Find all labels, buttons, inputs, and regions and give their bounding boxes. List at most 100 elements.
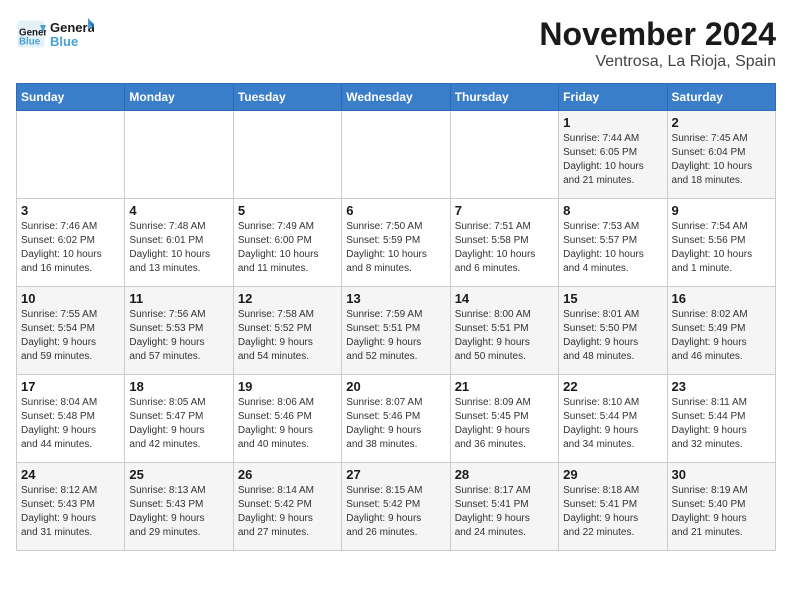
day-info: Sunrise: 7:54 AM Sunset: 5:56 PM Dayligh… (672, 220, 771, 276)
calendar-day-cell: 27 Sunrise: 8:15 AM Sunset: 5:42 PM Dayli… (342, 463, 450, 551)
day-number: 1 (563, 115, 662, 130)
calendar-day-cell: 18 Sunrise: 8:05 AM Sunset: 5:47 PM Dayli… (125, 375, 233, 463)
day-info: Sunrise: 8:06 AM Sunset: 5:46 PM Dayligh… (238, 396, 337, 452)
day-info: Sunrise: 7:56 AM Sunset: 5:53 PM Dayligh… (129, 308, 228, 364)
day-number: 3 (21, 203, 120, 218)
calendar-week-row: 1 Sunrise: 7:44 AM Sunset: 6:05 PM Daylig… (17, 111, 776, 199)
logo: General Blue General Blue (16, 16, 94, 52)
day-info: Sunrise: 7:49 AM Sunset: 6:00 PM Dayligh… (238, 220, 337, 276)
calendar-day-cell: 4Sunrise: 7:48 AM Sunset: 6:01 PM Daylig… (125, 199, 233, 287)
calendar-day-cell: 5Sunrise: 7:49 AM Sunset: 6:00 PM Daylig… (233, 199, 341, 287)
weekday-header: Friday (559, 84, 667, 111)
calendar-day-cell: 19 Sunrise: 8:06 AM Sunset: 5:46 PM Dayli… (233, 375, 341, 463)
calendar-day-cell: 13 Sunrise: 7:59 AM Sunset: 5:51 PM Dayli… (342, 287, 450, 375)
day-number: 28 (455, 467, 554, 482)
calendar-day-cell: 20 Sunrise: 8:07 AM Sunset: 5:46 PM Dayli… (342, 375, 450, 463)
day-number: 8 (563, 203, 662, 218)
calendar-day-cell: 7Sunrise: 7:51 AM Sunset: 5:58 PM Daylig… (450, 199, 558, 287)
day-number: 23 (672, 379, 771, 394)
calendar-day-cell: 3 Sunrise: 7:46 AM Sunset: 6:02 PM Daylig… (17, 199, 125, 287)
calendar-day-cell: 11 Sunrise: 7:56 AM Sunset: 5:53 PM Dayli… (125, 287, 233, 375)
day-number: 9 (672, 203, 771, 218)
calendar-week-row: 3 Sunrise: 7:46 AM Sunset: 6:02 PM Daylig… (17, 199, 776, 287)
title-block: November 2024 Ventrosa, La Rioja, Spain (539, 16, 776, 71)
calendar-table: SundayMondayTuesdayWednesdayThursdayFrid… (16, 83, 776, 551)
day-number: 26 (238, 467, 337, 482)
day-number: 6 (346, 203, 445, 218)
logo-icon: General Blue (16, 19, 46, 49)
day-info: Sunrise: 8:19 AM Sunset: 5:40 PM Dayligh… (672, 484, 771, 540)
calendar-day-cell: 10Sunrise: 7:55 AM Sunset: 5:54 PM Dayli… (17, 287, 125, 375)
day-info: Sunrise: 7:59 AM Sunset: 5:51 PM Dayligh… (346, 308, 445, 364)
page: General Blue General Blue November 2024 … (0, 0, 792, 567)
calendar-day-cell (342, 111, 450, 199)
day-info: Sunrise: 8:15 AM Sunset: 5:42 PM Dayligh… (346, 484, 445, 540)
calendar-week-row: 24Sunrise: 8:12 AM Sunset: 5:43 PM Dayli… (17, 463, 776, 551)
day-number: 29 (563, 467, 662, 482)
day-info: Sunrise: 7:48 AM Sunset: 6:01 PM Dayligh… (129, 220, 228, 276)
day-number: 15 (563, 291, 662, 306)
day-number: 7 (455, 203, 554, 218)
day-number: 2 (672, 115, 771, 130)
day-info: Sunrise: 8:05 AM Sunset: 5:47 PM Dayligh… (129, 396, 228, 452)
calendar-day-cell: 17Sunrise: 8:04 AM Sunset: 5:48 PM Dayli… (17, 375, 125, 463)
calendar-day-cell: 22 Sunrise: 8:10 AM Sunset: 5:44 PM Dayli… (559, 375, 667, 463)
day-number: 12 (238, 291, 337, 306)
calendar-day-cell: 1 Sunrise: 7:44 AM Sunset: 6:05 PM Daylig… (559, 111, 667, 199)
calendar-day-cell (233, 111, 341, 199)
header: General Blue General Blue November 2024 … (16, 16, 776, 71)
calendar-day-cell: 29 Sunrise: 8:18 AM Sunset: 5:41 PM Dayli… (559, 463, 667, 551)
day-number: 25 (129, 467, 228, 482)
day-info: Sunrise: 7:44 AM Sunset: 6:05 PM Dayligh… (563, 132, 662, 188)
day-info: Sunrise: 7:50 AM Sunset: 5:59 PM Dayligh… (346, 220, 445, 276)
day-info: Sunrise: 8:02 AM Sunset: 5:49 PM Dayligh… (672, 308, 771, 364)
day-info: Sunrise: 8:18 AM Sunset: 5:41 PM Dayligh… (563, 484, 662, 540)
day-info: Sunrise: 8:12 AM Sunset: 5:43 PM Dayligh… (21, 484, 120, 540)
calendar-day-cell: 30 Sunrise: 8:19 AM Sunset: 5:40 PM Dayli… (667, 463, 775, 551)
calendar-day-cell: 23Sunrise: 8:11 AM Sunset: 5:44 PM Dayli… (667, 375, 775, 463)
month-title: November 2024 (539, 16, 776, 53)
day-number: 27 (346, 467, 445, 482)
day-info: Sunrise: 8:13 AM Sunset: 5:43 PM Dayligh… (129, 484, 228, 540)
weekday-header: Wednesday (342, 84, 450, 111)
calendar-day-cell (125, 111, 233, 199)
calendar-header: SundayMondayTuesdayWednesdayThursdayFrid… (17, 84, 776, 111)
weekday-header: Saturday (667, 84, 775, 111)
day-number: 20 (346, 379, 445, 394)
day-info: Sunrise: 7:53 AM Sunset: 5:57 PM Dayligh… (563, 220, 662, 276)
day-number: 13 (346, 291, 445, 306)
day-number: 18 (129, 379, 228, 394)
day-info: Sunrise: 8:17 AM Sunset: 5:41 PM Dayligh… (455, 484, 554, 540)
weekday-header: Tuesday (233, 84, 341, 111)
day-info: Sunrise: 8:10 AM Sunset: 5:44 PM Dayligh… (563, 396, 662, 452)
weekday-header: Monday (125, 84, 233, 111)
day-number: 14 (455, 291, 554, 306)
day-number: 11 (129, 291, 228, 306)
day-info: Sunrise: 7:55 AM Sunset: 5:54 PM Dayligh… (21, 308, 120, 364)
calendar-day-cell: 15Sunrise: 8:01 AM Sunset: 5:50 PM Dayli… (559, 287, 667, 375)
weekday-row: SundayMondayTuesdayWednesdayThursdayFrid… (17, 84, 776, 111)
calendar-day-cell: 24Sunrise: 8:12 AM Sunset: 5:43 PM Dayli… (17, 463, 125, 551)
day-info: Sunrise: 8:09 AM Sunset: 5:45 PM Dayligh… (455, 396, 554, 452)
calendar-day-cell: 12Sunrise: 7:58 AM Sunset: 5:52 PM Dayli… (233, 287, 341, 375)
day-number: 30 (672, 467, 771, 482)
day-number: 19 (238, 379, 337, 394)
calendar-day-cell: 9 Sunrise: 7:54 AM Sunset: 5:56 PM Daylig… (667, 199, 775, 287)
day-number: 21 (455, 379, 554, 394)
calendar-day-cell: 28 Sunrise: 8:17 AM Sunset: 5:41 PM Dayli… (450, 463, 558, 551)
calendar-day-cell (450, 111, 558, 199)
day-info: Sunrise: 7:45 AM Sunset: 6:04 PM Dayligh… (672, 132, 771, 188)
calendar-body: 1 Sunrise: 7:44 AM Sunset: 6:05 PM Daylig… (17, 111, 776, 551)
day-info: Sunrise: 8:14 AM Sunset: 5:42 PM Dayligh… (238, 484, 337, 540)
calendar-day-cell: 14 Sunrise: 8:00 AM Sunset: 5:51 PM Dayli… (450, 287, 558, 375)
day-number: 17 (21, 379, 120, 394)
day-info: Sunrise: 7:46 AM Sunset: 6:02 PM Dayligh… (21, 220, 120, 276)
day-number: 22 (563, 379, 662, 394)
calendar-day-cell (17, 111, 125, 199)
day-info: Sunrise: 8:07 AM Sunset: 5:46 PM Dayligh… (346, 396, 445, 452)
day-number: 16 (672, 291, 771, 306)
calendar-day-cell: 26 Sunrise: 8:14 AM Sunset: 5:42 PM Dayli… (233, 463, 341, 551)
calendar-day-cell: 25 Sunrise: 8:13 AM Sunset: 5:43 PM Dayli… (125, 463, 233, 551)
calendar-week-row: 10Sunrise: 7:55 AM Sunset: 5:54 PM Dayli… (17, 287, 776, 375)
day-info: Sunrise: 8:00 AM Sunset: 5:51 PM Dayligh… (455, 308, 554, 364)
